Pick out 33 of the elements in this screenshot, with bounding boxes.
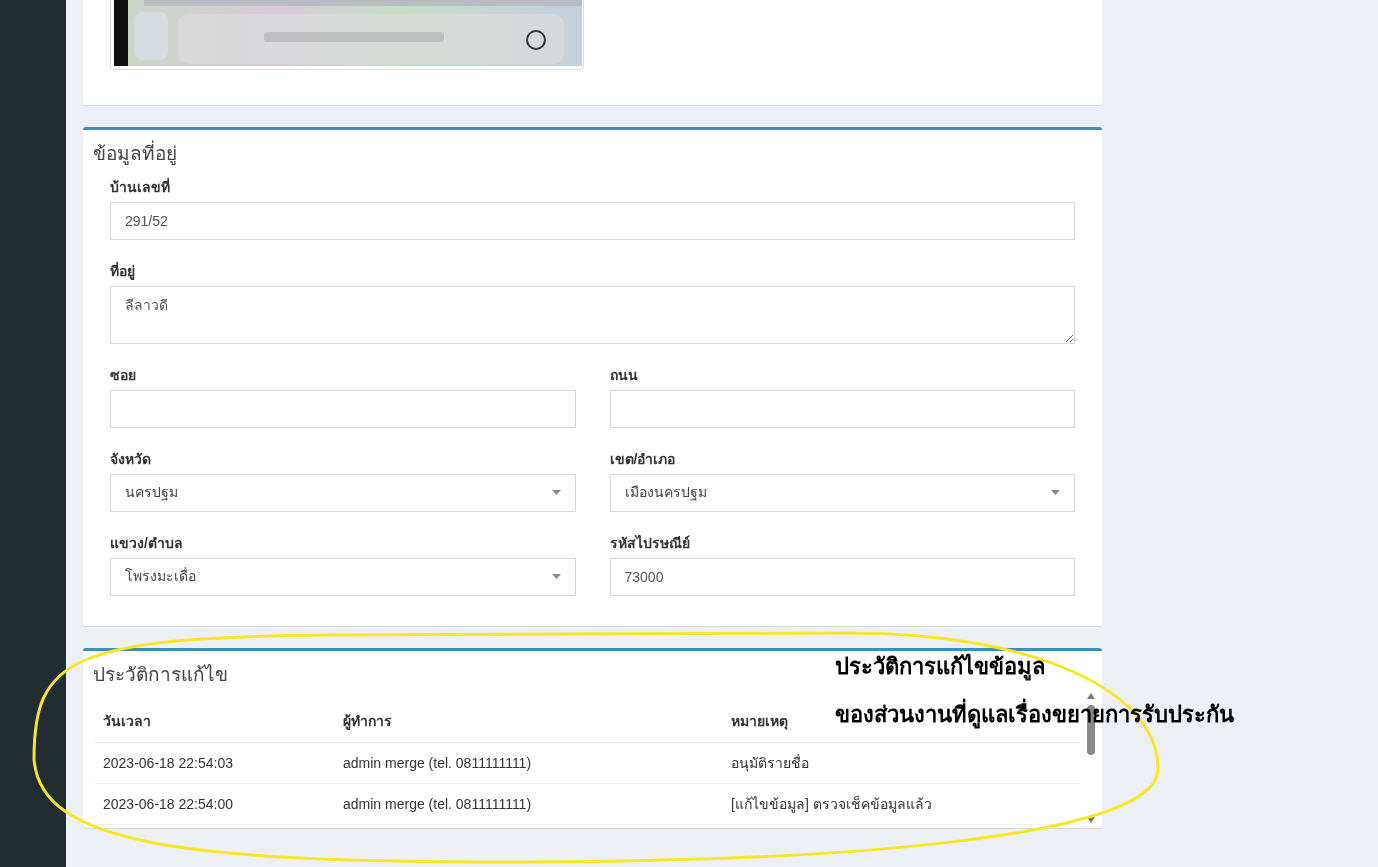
select-field[interactable]: เมืองนครปฐม bbox=[609, 473, 1075, 512]
table-cell: 2023-06-18 22:54:00 bbox=[103, 795, 233, 812]
table-cell: [แก้ไขข้อมูล] ตรวจเช็คข้อมูลแล้ว bbox=[731, 795, 932, 812]
input-field[interactable]: 291/52 bbox=[110, 201, 1075, 240]
dropdown-caret-icon bbox=[551, 574, 561, 579]
annotation-text: ประวัติการแก้ไขข้อมูล bbox=[835, 654, 1046, 680]
input-field[interactable]: 73000 bbox=[609, 557, 1075, 596]
field-label: ถนน bbox=[609, 365, 639, 385]
field-label: จังหวัด bbox=[110, 449, 152, 469]
column-header: หมายเหตุ bbox=[731, 713, 788, 729]
column-header: วันเวลา bbox=[103, 713, 151, 729]
table-cell: 2023-06-18 22:54:03 bbox=[103, 754, 233, 771]
input-field[interactable] bbox=[609, 389, 1075, 428]
scroll-down-arrow-icon[interactable] bbox=[1087, 816, 1095, 823]
input-field[interactable] bbox=[110, 389, 576, 428]
table-cell: อนุมัติรายชื่อ bbox=[731, 754, 809, 771]
field-label: ที่อยู่ bbox=[110, 260, 136, 282]
card-title: ประวัติการแก้ไข bbox=[93, 663, 228, 685]
table-cell: admin merge (tel. 0811111111) bbox=[343, 754, 532, 771]
field-label: บ้านเลขที่ bbox=[110, 176, 171, 197]
select-field[interactable]: โพรงมะเดื่อ bbox=[110, 557, 576, 596]
dropdown-caret-icon bbox=[1051, 490, 1060, 495]
card-title: ข้อมูลที่อยู่ bbox=[83, 130, 1102, 169]
column-header: ผู้ทำการ bbox=[343, 713, 392, 729]
table-cell: admin merge (tel. 0811111111) bbox=[343, 795, 532, 812]
dropdown-caret-icon bbox=[551, 490, 561, 495]
address-textarea[interactable]: ลีลาวดี bbox=[110, 285, 1075, 344]
select-field[interactable]: นครปฐม bbox=[110, 473, 576, 512]
field-label: เขต/อำเภอ bbox=[609, 449, 677, 469]
field-label: ซอย bbox=[110, 365, 137, 385]
field-label: แขวง/ตำบล bbox=[110, 533, 184, 553]
scroll-up-arrow-icon[interactable] bbox=[1087, 692, 1095, 699]
field-label: รหัสไปรษณีย์ bbox=[609, 533, 691, 553]
